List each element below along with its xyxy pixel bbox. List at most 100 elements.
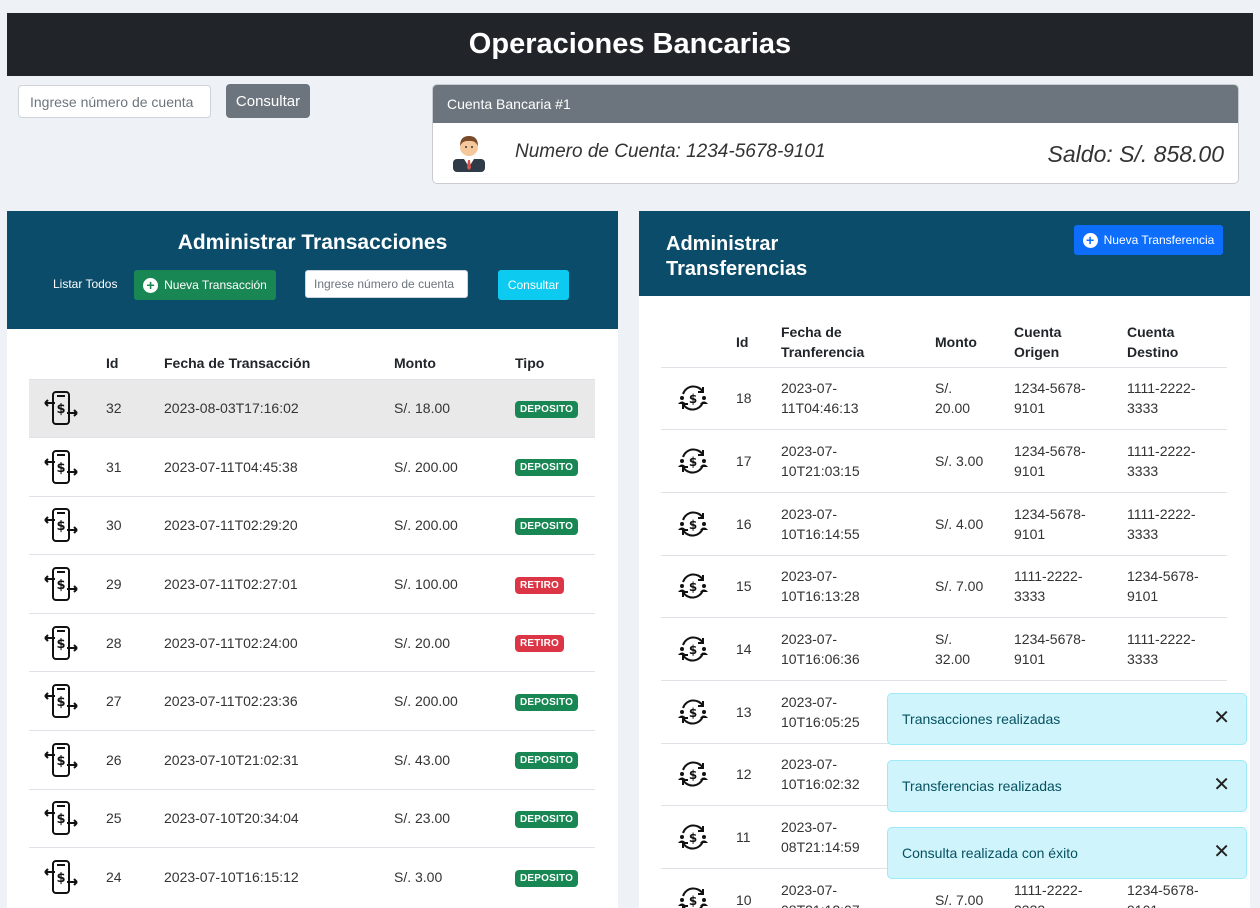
col-header: Tipo xyxy=(515,354,545,371)
people-transfer-icon: $ xyxy=(678,636,708,662)
transaction-type-badge: DEPOSITO xyxy=(515,869,579,887)
transfer-row[interactable]: $16 2023-07- 10T16:14:55 S/. 4.00 1234-5678-… xyxy=(661,491,1227,556)
transaction-date: 2023-07-11T02:24:00 xyxy=(164,612,394,672)
transaction-type-badge: RETIRO xyxy=(515,635,564,653)
svg-text:$: $ xyxy=(56,695,65,710)
account-card: Cuenta Bancaria #1 Numero de Cuenta: 123… xyxy=(432,84,1239,184)
transaction-row[interactable]: $29 2023-07-11T02:27:01 S/. 100.00 RETIRO xyxy=(29,554,595,614)
plus-circle-icon: + xyxy=(1082,232,1098,248)
transfer-row[interactable]: $15 2023-07- 10T16:13:28 S/. 7.00 1111-2222-… xyxy=(661,554,1227,618)
transaction-row[interactable]: $24 2023-07-10T16:15:12 S/. 3.00 DEPOSITO xyxy=(29,847,595,907)
transfer-destination: 1111-2222- 3333 xyxy=(1127,617,1227,681)
notification-toast: Transferencias realizadas ✕ xyxy=(887,760,1247,812)
col-header: Cuenta Origen xyxy=(1014,323,1062,360)
toast-message: Transacciones realizadas xyxy=(902,711,1061,727)
transaction-id: 29 xyxy=(106,554,164,614)
mobile-money-transfer-icon: $ xyxy=(44,625,78,660)
col-header: Id xyxy=(106,354,119,371)
transaction-row[interactable]: $28 2023-07-11T02:24:00 S/. 20.00 RETIRO xyxy=(29,612,595,672)
mobile-money-transfer-icon: $ xyxy=(44,567,78,602)
transfer-date: 2023-07- 10T16:13:28 xyxy=(781,554,935,618)
close-icon[interactable]: ✕ xyxy=(1213,708,1230,728)
list-all-link[interactable]: Listar Todos xyxy=(53,277,117,291)
transaction-row[interactable]: $27 2023-07-11T02:23:36 S/. 200.00 DEPOSITO xyxy=(29,671,595,731)
new-transfer-label: Nueva Transferencia xyxy=(1103,233,1215,247)
account-balance: Saldo: S/. 858.00 xyxy=(1047,141,1224,167)
transaction-row[interactable]: $30 2023-07-11T02:29:20 S/. 200.00 DEPOSITO xyxy=(29,495,595,555)
svg-text:$: $ xyxy=(56,519,65,534)
new-transaction-button[interactable]: + Nueva Transacción xyxy=(134,270,276,300)
user-avatar-icon xyxy=(453,136,485,172)
transaction-row[interactable]: $32 2023-08-03T17:16:02 S/. 18.00 DEPOSITO xyxy=(29,378,595,438)
svg-text:$: $ xyxy=(56,402,65,417)
transfers-title: Administrar Transferencias xyxy=(666,233,808,280)
mobile-money-transfer-icon: $ xyxy=(44,508,78,543)
transfer-destination: 1111-2222- 3333 xyxy=(1127,491,1227,556)
transaction-amount: S/. 18.00 xyxy=(394,378,515,438)
transaction-type-badge: RETIRO xyxy=(515,576,564,594)
col-header: Monto xyxy=(394,354,436,371)
transfer-id: 17 xyxy=(736,429,781,493)
transfer-origin: 1234-5678- 9101 xyxy=(1014,491,1127,556)
svg-text:$: $ xyxy=(56,754,65,769)
transfer-date: 2023-07- 10T21:03:15 xyxy=(781,429,935,493)
transfer-id: 12 xyxy=(736,742,781,806)
toast-message: Consulta realizada con éxito xyxy=(902,845,1078,861)
transfer-id: 13 xyxy=(736,679,781,744)
transfer-id: 14 xyxy=(736,617,781,681)
transfers-table: Id Fecha de Tranferencia Monto Cuenta Orig… xyxy=(661,317,1227,908)
transaction-id: 32 xyxy=(106,378,164,438)
transfer-amount: S/. 3.00 xyxy=(935,429,1014,493)
svg-text:$: $ xyxy=(56,812,65,827)
svg-text:$: $ xyxy=(56,578,65,593)
transaction-account-input[interactable] xyxy=(305,270,468,298)
transaction-row[interactable]: $31 2023-07-11T04:45:38 S/. 200.00 DEPOSITO xyxy=(29,437,595,497)
svg-text:$: $ xyxy=(689,706,697,720)
people-transfer-icon: $ xyxy=(678,761,708,787)
people-transfer-icon: $ xyxy=(678,448,708,474)
transfer-date: 2023-07- 10T16:14:55 xyxy=(781,491,935,556)
mobile-money-transfer-icon: $ xyxy=(44,391,78,426)
transfer-row[interactable]: $14 2023-07- 10T16:06:36 S/. 32.00 1234-5678-… xyxy=(661,617,1227,681)
transaction-amount: S/. 100.00 xyxy=(394,554,515,614)
transfer-origin: 1234-5678- 9101 xyxy=(1014,429,1127,493)
transfer-amount: S/. 32.00 xyxy=(935,617,1014,681)
transaction-id: 31 xyxy=(106,437,164,497)
people-transfer-icon: $ xyxy=(678,699,708,725)
transfer-id: 15 xyxy=(736,554,781,618)
new-transfer-button[interactable]: + Nueva Transferencia xyxy=(1074,225,1223,255)
mobile-money-transfer-icon: $ xyxy=(44,801,78,836)
transaction-id: 25 xyxy=(106,788,164,848)
account-search-input[interactable] xyxy=(18,85,211,118)
transfer-origin: 1234-5678- 9101 xyxy=(1014,366,1127,430)
svg-text:$: $ xyxy=(56,871,65,886)
transaction-amount: S/. 200.00 xyxy=(394,437,515,497)
transfer-amount: S/. 20.00 xyxy=(935,366,1014,430)
svg-text:$: $ xyxy=(689,455,697,469)
people-transfer-icon: $ xyxy=(678,887,708,908)
transaction-row[interactable]: $25 2023-07-10T20:34:04 S/. 23.00 DEPOSITO xyxy=(29,788,595,848)
transfer-row[interactable]: $18 2023-07- 11T04:46:13 S/. 20.00 1234-5678-… xyxy=(661,366,1227,430)
transaction-amount: S/. 23.00 xyxy=(394,788,515,848)
consult-transactions-button[interactable]: Consultar xyxy=(498,270,569,300)
transfer-id: 10 xyxy=(736,868,781,908)
transfer-row[interactable]: $17 2023-07- 10T21:03:15 S/. 3.00 1234-5678-… xyxy=(661,429,1227,493)
people-transfer-icon: $ xyxy=(678,385,708,411)
svg-text:$: $ xyxy=(689,580,697,594)
close-icon[interactable]: ✕ xyxy=(1213,842,1230,862)
svg-text:$: $ xyxy=(689,768,697,782)
transfer-id: 18 xyxy=(736,366,781,430)
close-icon[interactable]: ✕ xyxy=(1213,775,1230,795)
svg-text:$: $ xyxy=(689,831,697,845)
transaction-date: 2023-07-10T16:15:12 xyxy=(164,847,394,907)
mobile-money-transfer-icon: $ xyxy=(44,742,78,777)
transaction-type-badge: DEPOSITO xyxy=(515,400,579,418)
consult-account-button[interactable]: Consultar xyxy=(226,84,310,118)
svg-text:$: $ xyxy=(689,392,697,406)
transaction-row[interactable]: $26 2023-07-10T21:02:31 S/. 43.00 DEPOSITO xyxy=(29,730,595,790)
plus-circle-icon: + xyxy=(143,277,159,293)
svg-text:$: $ xyxy=(689,643,697,657)
app-header: Operaciones Bancarias xyxy=(7,13,1253,76)
transaction-amount: S/. 43.00 xyxy=(394,730,515,790)
transaction-id: 24 xyxy=(106,847,164,907)
